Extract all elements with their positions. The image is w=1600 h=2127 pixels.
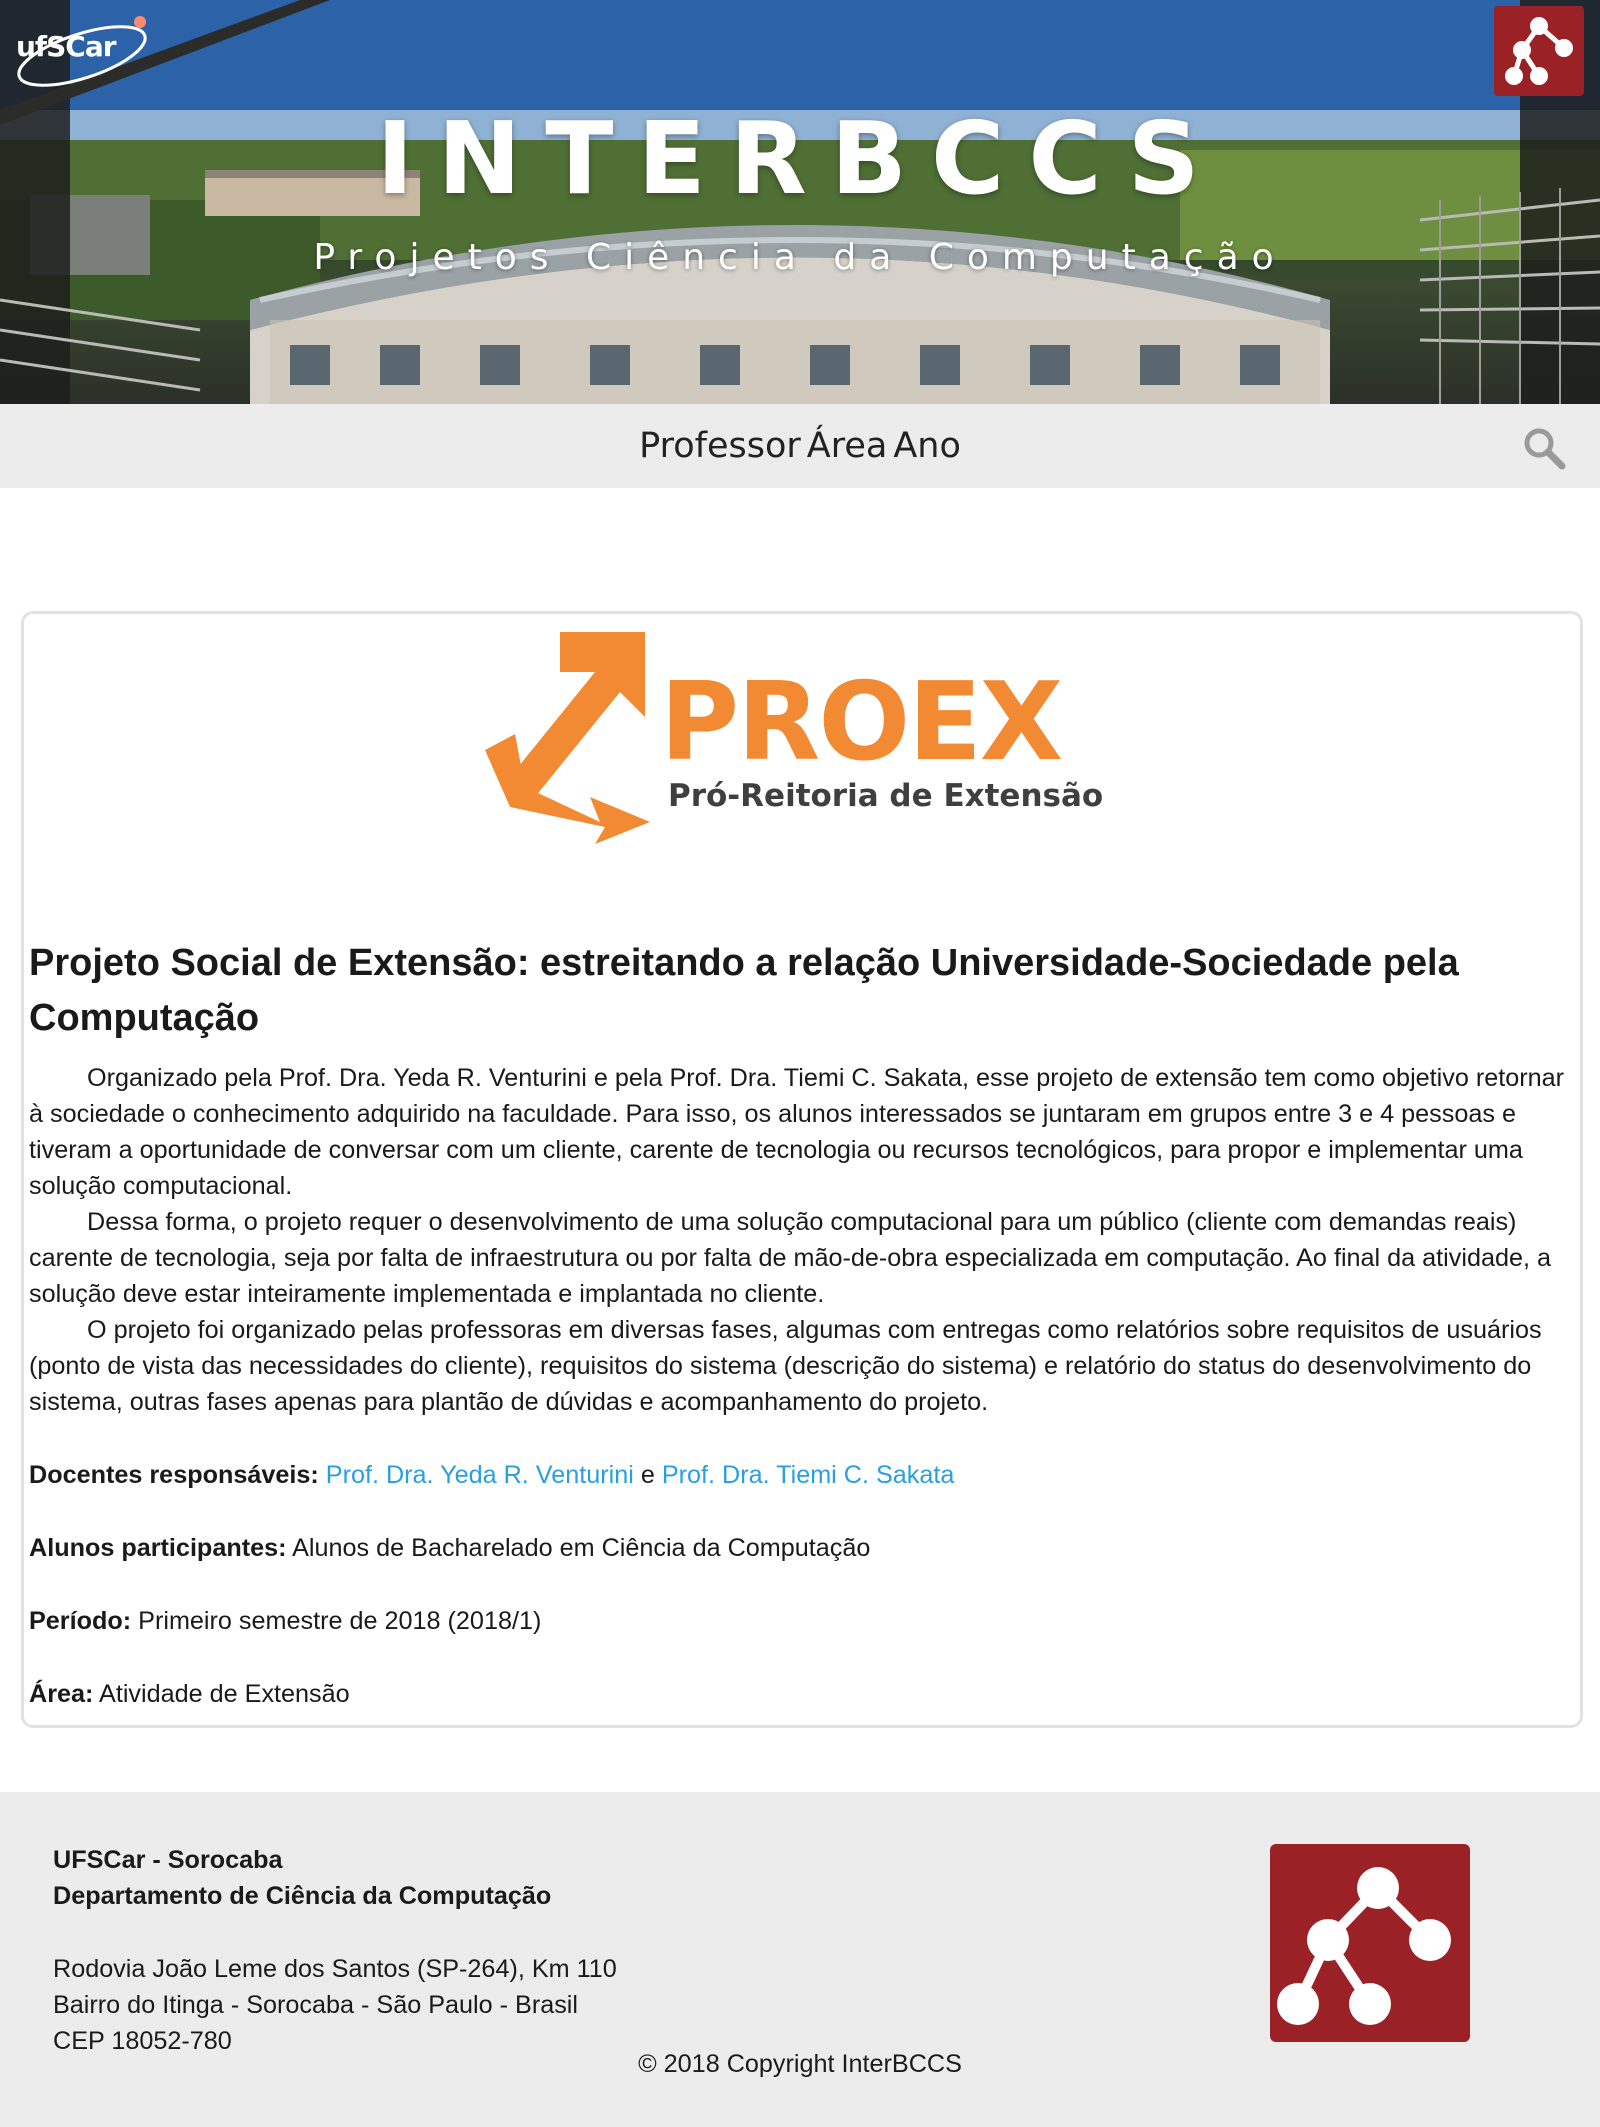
nav-item-area[interactable]: Área: [807, 426, 888, 466]
proex-logo-subtitle: Pró-Reitoria de Extensão: [668, 778, 1104, 814]
interbccs-logo[interactable]: [1494, 6, 1584, 96]
proex-logo-word: PROEX: [660, 660, 1063, 785]
project-description: Organizado pela Prof. Dra. Yeda R. Ventu…: [29, 1060, 1577, 1420]
teacher-link-yeda[interactable]: Prof. Dra. Yeda R. Venturini: [326, 1461, 634, 1489]
footer-org-block: UFSCar - Sorocaba Departamento de Ciênci…: [53, 1842, 551, 1914]
footer-org: UFSCar - Sorocaba: [53, 1846, 283, 1874]
alunos-label: Alunos participantes:: [29, 1534, 287, 1562]
site-title: INTERBCCS: [376, 100, 1224, 217]
docentes-conjunction: e: [640, 1461, 655, 1489]
description-paragraph: Organizado pela Prof. Dra. Yeda R. Ventu…: [29, 1064, 1565, 1200]
footer-interbccs-logo: [1270, 1844, 1470, 2042]
description-paragraph: O projeto foi organizado pelas professor…: [29, 1316, 1542, 1416]
area-label: Área:: [29, 1680, 94, 1708]
alunos-row: Alunos participantes: Alunos de Bacharel…: [29, 1530, 870, 1566]
nav-bar: Professor Área Ano: [0, 404, 1600, 488]
footer-address-line: Rodovia João Leme dos Santos (SP-264), K…: [53, 1955, 617, 1983]
tree-graph-icon: [1277, 1867, 1451, 2025]
periodo-value: Primeiro semestre de 2018 (2018/1): [138, 1607, 542, 1635]
banner: ufSCar INTERBCCS Projetos Ciência da Com…: [0, 0, 1600, 404]
nav-item-professor[interactable]: Professor: [639, 426, 801, 466]
footer-address: Rodovia João Leme dos Santos (SP-264), K…: [53, 1951, 617, 2059]
footer-address-line: Bairro do Itinga - Sorocaba - São Paulo …: [53, 1991, 579, 2019]
footer-department: Departamento de Ciência da Computação: [53, 1882, 552, 1910]
tree-graph-icon: [1505, 17, 1573, 85]
search-icon[interactable]: [1522, 426, 1566, 470]
ufscar-logo-text: ufSCar: [16, 30, 117, 63]
periodo-label: Período:: [29, 1607, 132, 1635]
site-subtitle: Projetos Ciência da Computação: [313, 237, 1287, 278]
alunos-value: Alunos de Bacharelado em Ciência da Comp…: [292, 1534, 871, 1562]
periodo-row: Período: Primeiro semestre de 2018 (2018…: [29, 1603, 541, 1639]
nav-item-ano[interactable]: Ano: [893, 426, 961, 466]
area-row: Área: Atividade de Extensão: [29, 1676, 350, 1712]
area-value: Atividade de Extensão: [99, 1680, 350, 1708]
copyright: © 2018 Copyright InterBCCS: [638, 2050, 962, 2078]
docentes-row: Docentes responsáveis: Prof. Dra. Yeda R…: [29, 1457, 954, 1493]
description-paragraph: Dessa forma, o projeto requer o desenvol…: [29, 1208, 1551, 1308]
project-title: Projeto Social de Extensão: estreitando …: [29, 942, 1459, 1039]
docentes-label: Docentes responsáveis:: [29, 1461, 319, 1489]
teacher-link-tiemi[interactable]: Prof. Dra. Tiemi C. Sakata: [662, 1461, 955, 1489]
